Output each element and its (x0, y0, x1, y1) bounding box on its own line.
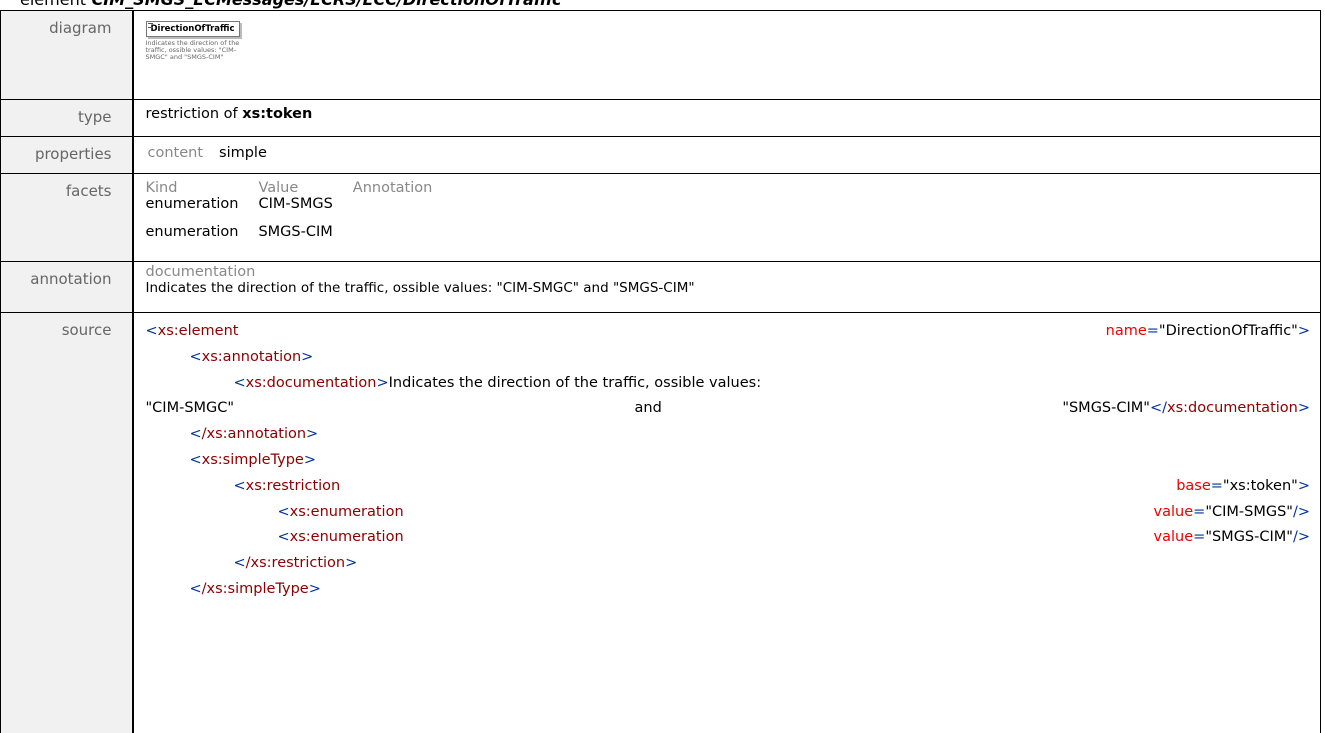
annotation-text: Indicates the direction of the traffic, … (145, 280, 695, 296)
code-line: </xs:annotation> (189, 426, 319, 443)
label-diagram: diagram (0, 10, 134, 100)
facets-header-kind: Kind (145, 180, 178, 196)
row-diagram: diagram DirectionOfTraffic Indicates the… (0, 10, 1321, 100)
facet-annotation (353, 224, 453, 246)
code-text: "SMGS-CIM" (1062, 400, 1150, 417)
facet-value: SMGS-CIM (258, 224, 333, 240)
label-annotation: annotation (0, 261, 134, 313)
page-heading: element CIM_SMGS_ECMessages/ECRS/ECC/Dir… (20, 0, 561, 10)
row-properties: properties content simple (0, 136, 1321, 174)
code-line: </xs:restriction> (233, 555, 358, 572)
code-tag: /xs:annotation (201, 426, 307, 443)
code-line: <xs:enumeration value="CIM-SMGS"/> (277, 503, 1311, 520)
facet-row: enumeration SMGS-CIM (146, 224, 453, 246)
type-prefix: restriction of (145, 106, 238, 122)
code-value: "xs:token" (1222, 477, 1298, 494)
code-line: <xs:restriction base="xs:token"> (233, 477, 1311, 494)
label-type: type (0, 99, 134, 137)
code-attr: name (1105, 323, 1147, 339)
heading-path: CIM_SMGS_ECMessages/ECRS/ECC/DirectionOf… (92, 0, 562, 9)
row-annotation: annotation documentation Indicates the d… (0, 261, 1321, 313)
code-value: "CIM-SMGS" (1205, 503, 1293, 520)
code-line: </xs:simpleType> (189, 580, 321, 597)
facets-header-value: Value (258, 180, 299, 196)
facet-annotation (353, 196, 453, 224)
diagram-element-label: DirectionOfTraffic (150, 24, 235, 34)
label-facets: facets (0, 173, 134, 262)
code-attr: value (1153, 529, 1194, 546)
code-line: "CIM-SMGC" and "SMGS-CIM"</xs:documentat… (146, 396, 1311, 422)
diagram-element-box[interactable]: DirectionOfTraffic (145, 21, 240, 37)
code-attr: value (1153, 503, 1194, 520)
properties-table: content simple (146, 143, 283, 163)
row-facets: facets Kind Value Annotation enumeration… (0, 173, 1321, 262)
properties-cell: content simple (132, 136, 1321, 174)
code-tag: xs:enumeration (289, 503, 404, 520)
code-text: and (634, 400, 662, 417)
type-cell: restriction of xs:token (132, 99, 1321, 137)
type-base-link[interactable]: xs:token (242, 106, 312, 122)
facet-kind: enumeration (145, 196, 239, 212)
code-tag: xs:documentation (1167, 400, 1298, 417)
code-line: <xs:simpleType> (189, 451, 317, 468)
annotation-cell: documentation Indicates the direction of… (132, 261, 1321, 313)
code-tag: /xs:restriction (245, 555, 346, 572)
code-tag: /xs:simpleType (201, 580, 309, 597)
diagram-description: Indicates the direction of the traffic, … (145, 39, 240, 61)
row-source: source <xs:element name="DirectionOfTraf… (0, 312, 1321, 733)
source-code: <xs:element name="DirectionOfTraffic"> <… (133, 313, 1321, 733)
code-tag: xs:enumeration (289, 529, 404, 546)
facets-cell: Kind Value Annotation enumeration CIM-SM… (132, 173, 1321, 262)
property-key: content (147, 145, 204, 161)
code-value: "DirectionOfTraffic" (1158, 323, 1298, 339)
code-tag: xs:element (157, 323, 239, 339)
facets-header-annotation: Annotation (352, 180, 433, 196)
facet-kind: enumeration (145, 224, 239, 240)
row-type: type restriction of xs:token (0, 99, 1321, 137)
code-value: "SMGS-CIM" (1205, 529, 1293, 546)
code-tag: xs:annotation (201, 348, 302, 365)
documentation-table: diagram DirectionOfTraffic Indicates the… (0, 10, 1321, 733)
property-value: simple (219, 145, 267, 161)
code-line: <xs:element name="DirectionOfTraffic"> (145, 323, 1311, 339)
code-tag: xs:documentation (245, 374, 377, 391)
facet-value: CIM-SMGS (258, 196, 333, 212)
code-tag: xs:restriction (245, 477, 341, 494)
code-tag: xs:simpleType (201, 451, 304, 468)
code-line: <xs:annotation> (189, 348, 314, 365)
heading-prefix: element (20, 0, 86, 9)
diagram-cell: DirectionOfTraffic Indicates the directi… (132, 10, 1321, 100)
code-text: Indicates the direction of the traffic, … (388, 374, 762, 391)
code-attr: base (1176, 477, 1211, 494)
facets-header-row: Kind Value Annotation (146, 180, 453, 196)
facets-table: Kind Value Annotation enumeration CIM-SM… (146, 180, 453, 246)
label-source: source (0, 312, 134, 733)
facet-row: enumeration CIM-SMGS (146, 196, 453, 224)
annotation-key: documentation (145, 264, 256, 280)
code-line: <xs:enumeration value="SMGS-CIM"/> (277, 529, 1311, 546)
code-text: "CIM-SMGC" (145, 400, 235, 417)
label-properties: properties (0, 136, 134, 174)
code-line: <xs:documentation>Indicates the directio… (233, 374, 762, 391)
